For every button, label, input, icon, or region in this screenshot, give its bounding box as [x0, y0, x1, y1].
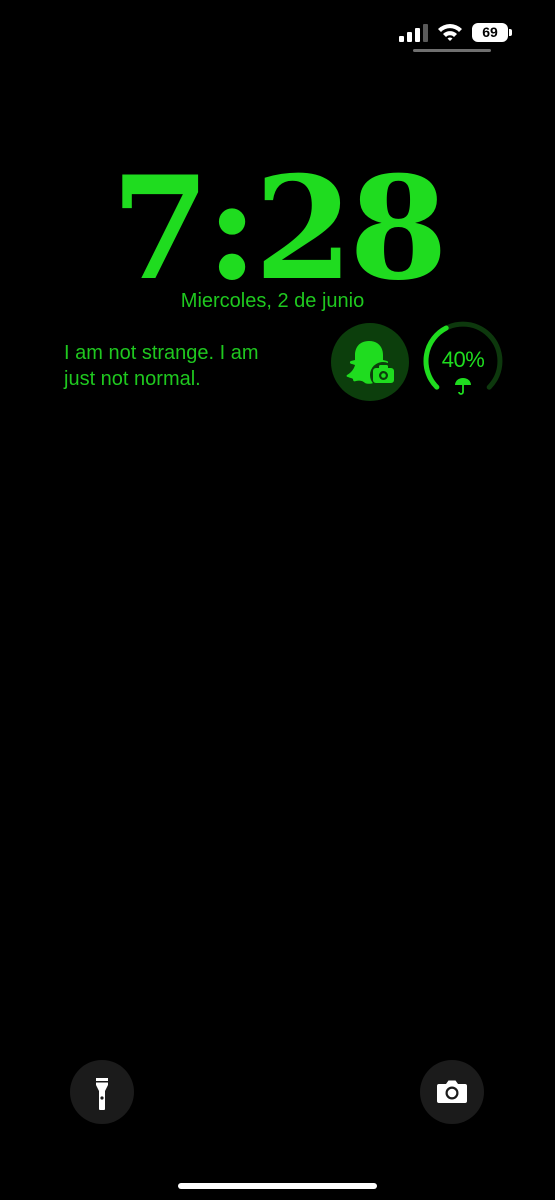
- quote-widget[interactable]: I am not strange. I am just not normal.: [64, 340, 274, 392]
- status-indicator-line: [413, 49, 491, 52]
- rain-chance-widget[interactable]: 40%: [423, 321, 503, 401]
- snapchat-ghost-camera-icon: [346, 341, 396, 388]
- lock-screen-date: Miercoles, 2 de junio: [180, 290, 365, 312]
- camera-button[interactable]: [420, 1060, 484, 1124]
- flashlight-icon: [96, 1078, 108, 1110]
- snapchat-widget[interactable]: [331, 323, 409, 401]
- flashlight-button[interactable]: [70, 1060, 134, 1124]
- rain-percent: 40%: [441, 347, 485, 372]
- battery-cap: [509, 29, 512, 36]
- battery-indicator: 69: [472, 23, 514, 43]
- umbrella-icon: [455, 378, 471, 395]
- wifi-icon: [438, 24, 462, 41]
- battery-level: 69: [472, 23, 508, 42]
- home-indicator[interactable]: [178, 1183, 377, 1189]
- lock-screen-clock: 7:28: [111, 146, 448, 312]
- camera-icon: [437, 1080, 467, 1103]
- cellular-signal-icon: [399, 24, 428, 42]
- status-bar: 69: [0, 0, 555, 60]
